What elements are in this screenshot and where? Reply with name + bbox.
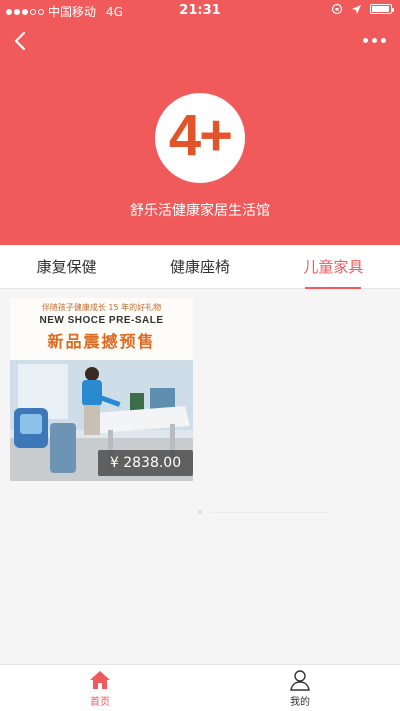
load-more-indicator [198,510,202,514]
product-card[interactable]: 伴随孩子健康成长 15 年的好礼物 NEW SHOCE PRE-SALE 新品震… [10,298,193,481]
back-button[interactable] [8,28,34,54]
user-icon [290,669,310,691]
more-button[interactable] [360,30,388,50]
promo-english-title: NEW SHOCE PRE-SALE [39,315,164,326]
promo-subtitle: 伴随孩子健康成长 15 年的好礼物 [41,303,162,312]
divider [210,512,330,513]
tab-healthy-seating[interactable]: 健康座椅 [133,245,266,288]
nav-mine-label: 我的 [290,696,310,708]
nav-home[interactable]: 首页 [0,665,200,711]
logo-text: 4+ [168,103,233,168]
status-right [331,3,394,15]
store-name: 舒乐活健康家居生活馆 [130,203,270,219]
store-header: 中国移动 4G 21:31 4+ 舒乐活健康家居生活馆 [0,0,400,245]
location-icon [352,4,361,14]
promo-banner: 伴随孩子健康成长 15 年的好礼物 NEW SHOCE PRE-SALE 新品震… [10,298,193,360]
tab-kids-furniture[interactable]: 儿童家具 [267,245,400,289]
bottom-nav: 首页 我的 [0,664,400,711]
nav-home-label: 首页 [90,696,110,708]
tab-rehab-care[interactable]: 康复保健 [0,245,133,288]
status-bar: 中国移动 4G 21:31 [0,0,400,20]
category-tabs: 康复保健 健康座椅 儿童家具 [0,245,400,289]
orientation-lock-icon [331,3,343,15]
promo-title: 新品震撼预售 [47,332,156,351]
chevron-left-icon [14,31,26,51]
battery-icon [370,4,394,14]
home-icon [90,670,110,689]
more-dots-icon [362,37,368,43]
price-tag: ¥ 2838.00 [98,450,193,476]
nav-mine[interactable]: 我的 [200,665,400,711]
store-logo: 4+ [155,93,245,183]
